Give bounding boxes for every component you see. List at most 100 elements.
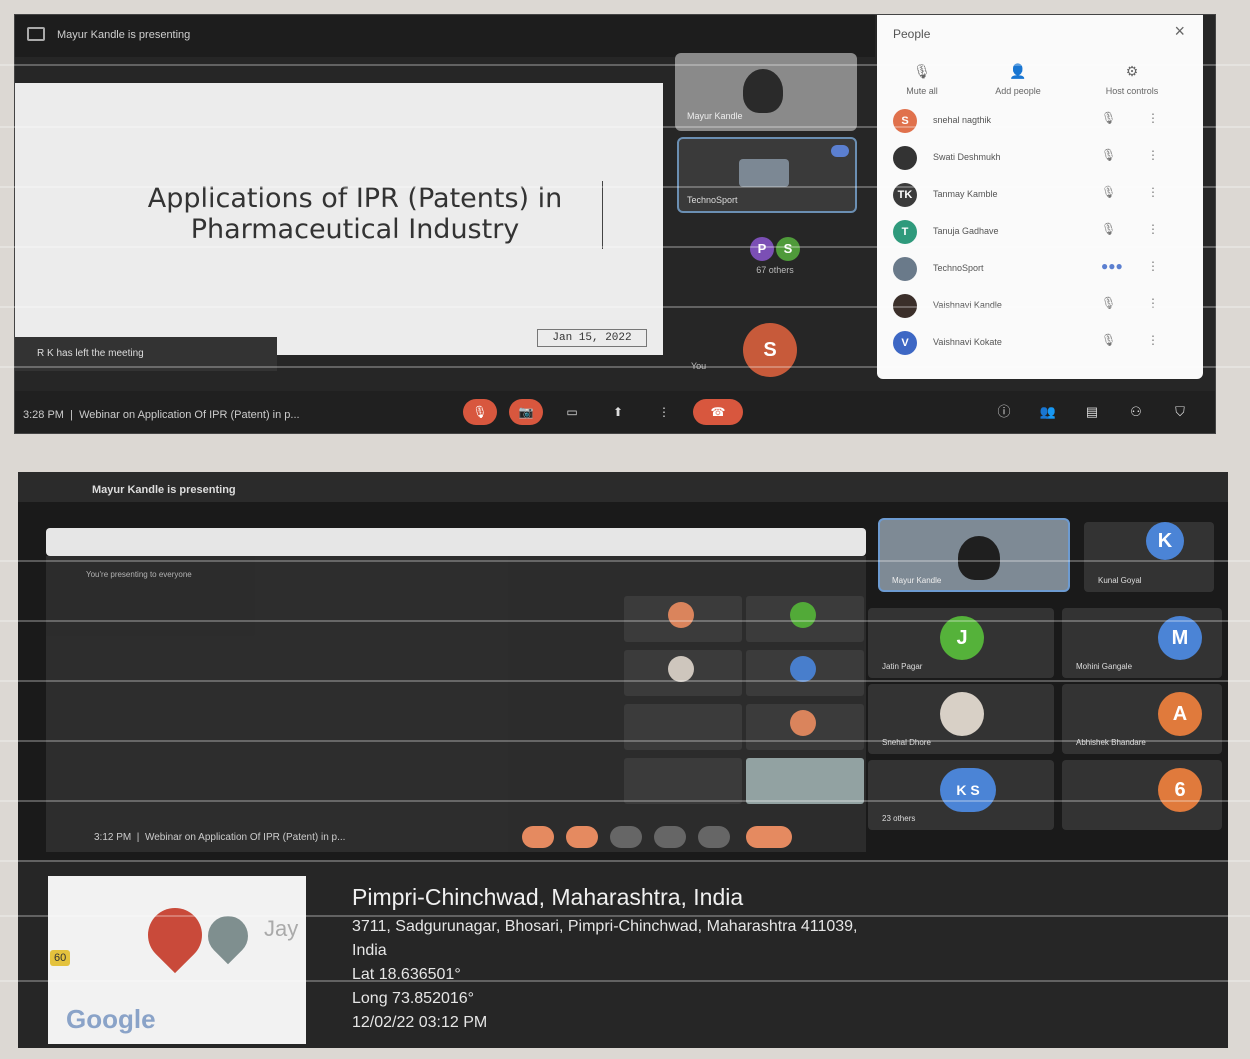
scan-line [0, 740, 1250, 742]
mic-off-icon: 🎙 [1101, 333, 1117, 347]
participant-tile[interactable]: K S 23 others [868, 760, 1054, 830]
mini-video-tile [746, 758, 864, 804]
camera-off-button[interactable]: 📷 [509, 399, 543, 425]
participant-tile[interactable]: M Mohini Gangale [1062, 608, 1222, 678]
clock: 3:28 PM [23, 409, 64, 421]
participant-row[interactable]: S snehal nagthik 🎙 ⋮ [889, 107, 1189, 137]
avatar [790, 656, 816, 682]
participant-tile[interactable]: A Abhishek Bhandare [1062, 684, 1222, 754]
more-icon[interactable]: ⋮ [1147, 111, 1159, 125]
longitude: Long 73.852016° [352, 990, 475, 1007]
close-icon[interactable]: × [1174, 21, 1185, 42]
avatar [790, 602, 816, 628]
participant-row[interactable]: T Tanuja Gadhave 🎙 ⋮ [889, 218, 1189, 248]
map-thumbnail: Jay Google [48, 876, 306, 1044]
action-label: Mute all [906, 86, 938, 96]
scan-line [0, 246, 1250, 248]
avatar [668, 656, 694, 682]
participant-tile[interactable]: 6 [1062, 760, 1222, 830]
captions-button[interactable]: ▭ [555, 399, 589, 425]
participant-name: TechnoSport [933, 263, 984, 273]
avatar: 6 [1158, 768, 1202, 812]
mini-tile [746, 596, 864, 642]
datetime: 12/02/22 03:12 PM [352, 1014, 488, 1031]
presenting-banner: Mayur Kandle is presenting [15, 15, 875, 57]
mini-tile [624, 596, 742, 642]
action-label: Host controls [1105, 86, 1159, 96]
participant-row[interactable]: Swati Deshmukh 🎙 ⋮ [889, 144, 1189, 174]
participant-tile[interactable]: K Kunal Goyal [1084, 522, 1214, 592]
more-icon[interactable]: ⋮ [1147, 333, 1159, 347]
avatar: S [893, 109, 917, 133]
presenter-video [743, 69, 783, 113]
mic-off-button[interactable]: 🎙 [463, 399, 497, 425]
present-button[interactable]: ⬆ [601, 399, 635, 425]
mic-off-icon: 🎙 [1101, 222, 1117, 236]
participant-tile[interactable]: J Jatin Pagar [868, 608, 1054, 678]
shared-slide: Applications of IPR (Patents) in Pharmac… [15, 83, 663, 355]
slide-title-line2: Pharmaceutical Industry [190, 214, 520, 245]
mic-off-icon: 🎙 [1101, 111, 1117, 125]
participant-name: Tanmay Kamble [933, 189, 998, 199]
avatar: M [1158, 616, 1202, 660]
avatar [668, 602, 694, 628]
avatar: V [893, 331, 917, 355]
participant-tile-technosport[interactable]: TechnoSport [677, 137, 857, 213]
host-controls-button[interactable]: ⚙ Host controls [1087, 63, 1177, 96]
avatar: K [1146, 522, 1184, 560]
meeting-details-icon[interactable]: ⓘ [995, 403, 1013, 421]
meeting-title: Webinar on Application Of IPR (Patent) i… [144, 832, 346, 843]
camera-off-button[interactable] [566, 826, 598, 848]
presenter-video [958, 536, 1000, 580]
avatar [940, 692, 984, 736]
participant-tile-presenter[interactable]: Mayur Kandle [878, 518, 1070, 592]
mute-all-button[interactable]: 🎙 Mute all [877, 63, 967, 96]
mini-tile [624, 650, 742, 696]
avatar: P [750, 237, 774, 261]
scan-line [0, 186, 1250, 188]
inner-presenting-text: You're presenting to everyone [86, 570, 192, 579]
captions-button[interactable] [610, 826, 642, 848]
more-icon[interactable]: ⋮ [1147, 259, 1159, 273]
people-icon[interactable]: 👥 [1039, 403, 1057, 421]
present-button[interactable] [654, 826, 686, 848]
location-pin-icon [136, 896, 214, 974]
more-icon[interactable]: ⋮ [1147, 222, 1159, 236]
activities-icon[interactable]: ⚇ [1127, 403, 1145, 421]
others-count: 67 others [756, 265, 794, 275]
mic-off-button[interactable] [522, 826, 554, 848]
scan-line [0, 64, 1250, 66]
browser-address-bar[interactable] [46, 528, 866, 556]
participant-name: Swati Deshmukh [933, 152, 1001, 162]
meeting-info: 3:28 PM | Webinar on Application Of IPR … [23, 409, 300, 421]
google-logo: Google [66, 1004, 156, 1034]
leave-call-button[interactable] [746, 826, 792, 848]
more-options-button[interactable] [698, 826, 730, 848]
location-title: Pimpri-Chinchwad, Maharashtra, India [352, 884, 744, 910]
inner-meeting-controls: 3:12 PM | Webinar on Application Of IPR … [46, 820, 866, 854]
address-line1: 3711, Sadgurunagar, Bhosari, Pimpri-Chin… [352, 918, 858, 935]
participant-tile[interactable]: Snehal Dhore [868, 684, 1054, 754]
more-icon[interactable]: ⋮ [1147, 148, 1159, 162]
scan-line [0, 306, 1250, 308]
leave-call-button[interactable]: ☎ [693, 399, 743, 425]
people-panel: People × 🎙 Mute all 👤 Add people ⚙ Host con… [877, 15, 1203, 379]
mic-off-icon: 🎙 [1101, 148, 1117, 162]
participant-row[interactable]: TechnoSport ●●● ⋮ [889, 255, 1189, 285]
participant-name: 23 others [882, 814, 916, 823]
self-avatar: S [743, 323, 797, 377]
avatar: S [776, 237, 800, 261]
add-people-button[interactable]: 👤 Add people [973, 63, 1063, 96]
tile-name: Mayur Kandle [687, 111, 743, 121]
scan-line [0, 915, 1250, 917]
more-options-button[interactable]: ⋮ [647, 399, 681, 425]
participant-row[interactable]: V Vaishnavi Kokate 🎙 ⋮ [889, 329, 1189, 359]
map-label: Jay [264, 916, 299, 941]
meeting-info: 3:12 PM | Webinar on Application Of IPR … [94, 832, 346, 843]
speaking-icon: ●●● [1101, 259, 1123, 273]
avatar: J [940, 616, 984, 660]
chat-icon[interactable]: ▤ [1083, 403, 1101, 421]
scan-line [0, 560, 1250, 562]
text-cursor [602, 181, 603, 249]
host-controls-icon[interactable]: ⛉ [1171, 403, 1189, 421]
